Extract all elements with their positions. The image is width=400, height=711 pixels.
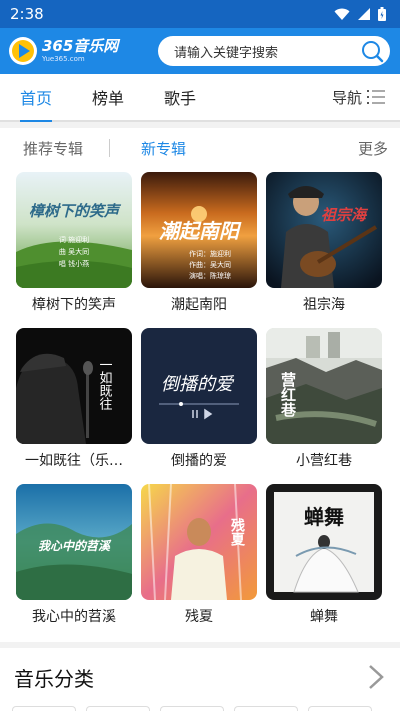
album-card[interactable]: 一如既往 一如既往（乐… — [16, 328, 132, 484]
cover-title-text: 我心中的苕溪 — [38, 539, 112, 553]
app-bar: 365音乐网 Yue365.com 请输入关键字搜索 — [0, 28, 400, 74]
cover-credit-text: 词 施迎利 — [59, 235, 89, 244]
cover-credit-text: 作曲：吴大同 — [189, 260, 231, 269]
cover-title-text: 倒播的爱 — [161, 374, 235, 395]
album-card[interactable]: 潮起南阳 作词：施迎利 作曲：吴大同 演唱：陈琼琼 潮起南阳 — [141, 172, 257, 328]
album-card[interactable]: 倒播的爱 倒播的爱 — [141, 328, 257, 484]
album-title[interactable]: 我心中的苕溪 — [32, 606, 116, 626]
subtab-new-albums[interactable]: 新专辑 — [141, 138, 186, 159]
category-chip[interactable] — [12, 706, 76, 711]
album-title[interactable]: 一如既往（乐… — [25, 450, 123, 470]
more-link[interactable]: 更多 — [358, 138, 388, 159]
cover-title-text: 樟树下的笑声 — [29, 202, 122, 220]
album-subtabs: 推荐专辑 新专辑 更多 — [0, 128, 400, 168]
category-chip[interactable] — [234, 706, 298, 711]
search-input[interactable]: 请输入关键字搜索 — [174, 42, 278, 61]
tab-home[interactable]: 首页 — [20, 74, 53, 122]
album-card[interactable]: 营红巷 小营红巷 — [266, 328, 382, 484]
album-title[interactable]: 潮起南阳 — [171, 294, 227, 314]
album-cover[interactable]: 樟树下的笑声 词 施迎利 曲 吴大同 唱 钱小燕 — [16, 172, 132, 288]
signal-icon — [358, 8, 370, 20]
category-chip[interactable] — [160, 706, 224, 711]
cover-credit-text: 曲 吴大同 — [59, 247, 89, 256]
menu-list-icon — [367, 90, 385, 104]
album-cover[interactable]: 我心中的苕溪 — [16, 484, 132, 600]
album-cover[interactable]: 祖宗海 — [266, 172, 382, 288]
search-icon[interactable] — [360, 39, 384, 63]
album-title[interactable]: 小营红巷 — [296, 450, 352, 470]
album-title[interactable]: 祖宗海 — [303, 294, 345, 314]
category-title: 音乐分类 — [14, 666, 94, 691]
album-card[interactable]: 祖宗海 祖宗海 — [266, 172, 382, 328]
battery-icon — [378, 7, 386, 21]
album-title[interactable]: 樟树下的笑声 — [32, 294, 116, 314]
tab-singers[interactable]: 歌手 — [164, 73, 196, 121]
cover-title-text: 一如既往 — [97, 358, 113, 410]
logo-disc-icon — [9, 37, 37, 65]
subtab-recommended-albums[interactable]: 推荐专辑 — [23, 138, 83, 159]
album-card[interactable]: 残夏 残夏 — [141, 484, 257, 640]
album-card[interactable]: 樟树下的笑声 词 施迎利 曲 吴大同 唱 钱小燕 樟树下的笑声 — [16, 172, 132, 328]
tab-charts[interactable]: 榜单 — [92, 73, 124, 121]
album-cover[interactable]: 蝉舞 — [266, 484, 382, 600]
category-chips — [0, 706, 400, 711]
album-title[interactable]: 残夏 — [185, 606, 213, 626]
search-bar[interactable]: 请输入关键字搜索 — [158, 36, 390, 66]
cover-title-text: 营红巷 — [279, 372, 297, 418]
subtab-divider — [109, 139, 111, 157]
album-card[interactable]: 蝉舞 蝉舞 — [266, 484, 382, 640]
cover-credit-text: 唱 钱小燕 — [59, 259, 89, 268]
logo-subtitle: Yue365.com — [42, 55, 85, 63]
cover-title-text: 蝉舞 — [304, 505, 344, 529]
category-chip[interactable] — [308, 706, 372, 711]
album-cover[interactable]: 一如既往 — [16, 328, 132, 444]
music-category-section[interactable]: 音乐分类 — [0, 642, 400, 706]
album-title[interactable]: 蝉舞 — [310, 606, 338, 626]
album-cover[interactable]: 营红巷 — [266, 328, 382, 444]
album-cover[interactable]: 残夏 — [141, 484, 257, 600]
nav-menu-button[interactable]: 导航 — [332, 87, 386, 108]
album-title[interactable]: 倒播的爱 — [171, 450, 227, 470]
cover-title-text: 潮起南阳 — [159, 219, 242, 243]
category-chip[interactable] — [86, 706, 150, 711]
wifi-icon — [334, 8, 350, 20]
status-icons — [334, 7, 386, 21]
album-cover[interactable]: 倒播的爱 — [141, 328, 257, 444]
status-bar: 2:38 — [0, 0, 400, 28]
cover-title-text: 祖宗海 — [321, 206, 369, 224]
chevron-right-icon[interactable] — [366, 662, 386, 692]
cover-credit-text: 作词：施迎利 — [189, 249, 231, 258]
album-card[interactable]: 我心中的苕溪 我心中的苕溪 — [16, 484, 132, 640]
logo-title: 365音乐网 — [42, 37, 119, 55]
cover-title-text: 残夏 — [229, 517, 245, 547]
album-cover[interactable]: 潮起南阳 作词：施迎利 作曲：吴大同 演唱：陈琼琼 — [141, 172, 257, 288]
cover-credit-text: 演唱：陈琼琼 — [189, 271, 231, 280]
album-grid: 樟树下的笑声 词 施迎利 曲 吴大同 唱 钱小燕 樟树下的笑声 潮起南阳 作词：… — [0, 168, 400, 640]
status-time: 2:38 — [10, 5, 44, 23]
app-logo[interactable]: 365音乐网 Yue365.com — [8, 36, 158, 66]
nav-label: 导航 — [331, 88, 362, 107]
main-tabs: 首页 榜单 歌手 导航 — [0, 74, 400, 122]
